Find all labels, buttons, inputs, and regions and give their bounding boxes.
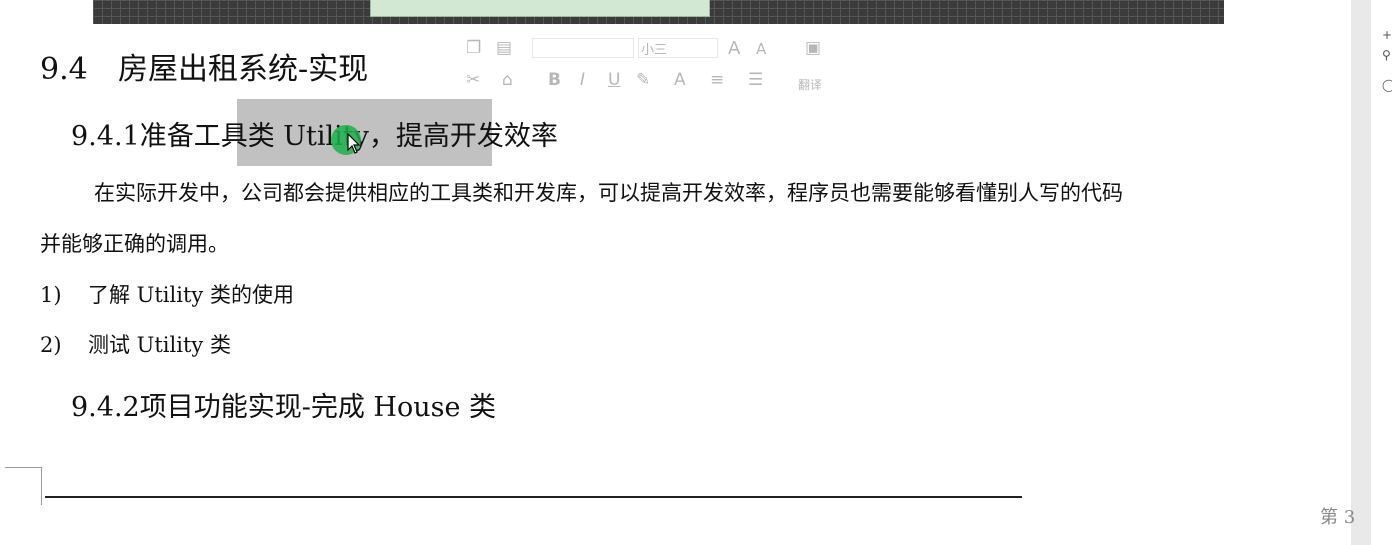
circle-icon[interactable]: ◯ — [1382, 78, 1392, 92]
list-item: 1) 了解 Utility 类的使用 — [40, 279, 294, 309]
page-corner-mark — [41, 467, 42, 505]
paste-icon[interactable]: ▤ — [496, 38, 512, 58]
font-name-field[interactable] — [532, 38, 634, 58]
green-cell — [370, 0, 710, 17]
subsection-heading-house: 9.4.2项目功能实现-完成 House 类 — [71, 392, 497, 423]
cut-icon[interactable]: ✂ — [466, 70, 480, 90]
shrink-font-button[interactable]: A — [756, 40, 766, 58]
bold-button[interactable]: B — [548, 70, 561, 90]
footer-rule — [45, 496, 1022, 498]
plus-icon[interactable]: + — [1382, 28, 1392, 42]
key-icon[interactable]: ⚲ — [1382, 48, 1391, 62]
align-icon[interactable]: ≡ — [710, 70, 724, 90]
page-corner-mark — [5, 467, 41, 468]
italic-button[interactable]: I — [580, 70, 585, 90]
paragraph-line-2: 并能够正确的调用。 — [40, 232, 229, 256]
image-icon[interactable]: ▣ — [805, 38, 821, 58]
floating-format-toolbar[interactable]: ❐ ▤ 小三 A A ▣ ✂ ⌂ B I U ✎ A ≡ ☰ 翻译 — [460, 32, 850, 102]
paragraph-line-1: 在实际开发中，公司都会提供相应的工具类和开发库，可以提高开发效率，程序员也需要能… — [94, 181, 1123, 205]
section-number: 9.4 — [40, 52, 88, 87]
page-number: 第 3 — [1320, 507, 1356, 528]
mouse-pointer-icon — [347, 133, 361, 154]
list-number: 1) — [40, 283, 62, 307]
copy-icon[interactable]: ❐ — [466, 38, 481, 58]
subsection-heading-utility: 9.4.1准备工具类 Utility，提高开发效率 — [71, 121, 558, 152]
top-table-strip — [93, 0, 1224, 24]
list-text: 了解 Utility 类的使用 — [88, 283, 294, 307]
format-painter-icon[interactable]: ⌂ — [502, 70, 513, 90]
list-item: 2) 测试 Utility 类 — [40, 329, 231, 359]
section-heading: 9.4 房屋出租系统-实现 — [40, 44, 368, 88]
line-spacing-icon[interactable]: ☰ — [748, 70, 763, 90]
vertical-scrollbar[interactable] — [1351, 0, 1371, 545]
underline-button[interactable]: U — [608, 70, 620, 90]
font-size-field[interactable]: 小三 — [638, 38, 718, 58]
highlight-icon[interactable]: ✎ — [636, 70, 650, 90]
font-color-icon[interactable]: A — [674, 70, 686, 90]
list-text: 测试 Utility 类 — [88, 333, 231, 357]
translate-button[interactable]: 翻译 — [798, 76, 822, 93]
section-title: 房屋出租系统-实现 — [118, 52, 369, 87]
list-number: 2) — [40, 333, 62, 357]
grow-font-button[interactable]: A — [728, 38, 740, 59]
